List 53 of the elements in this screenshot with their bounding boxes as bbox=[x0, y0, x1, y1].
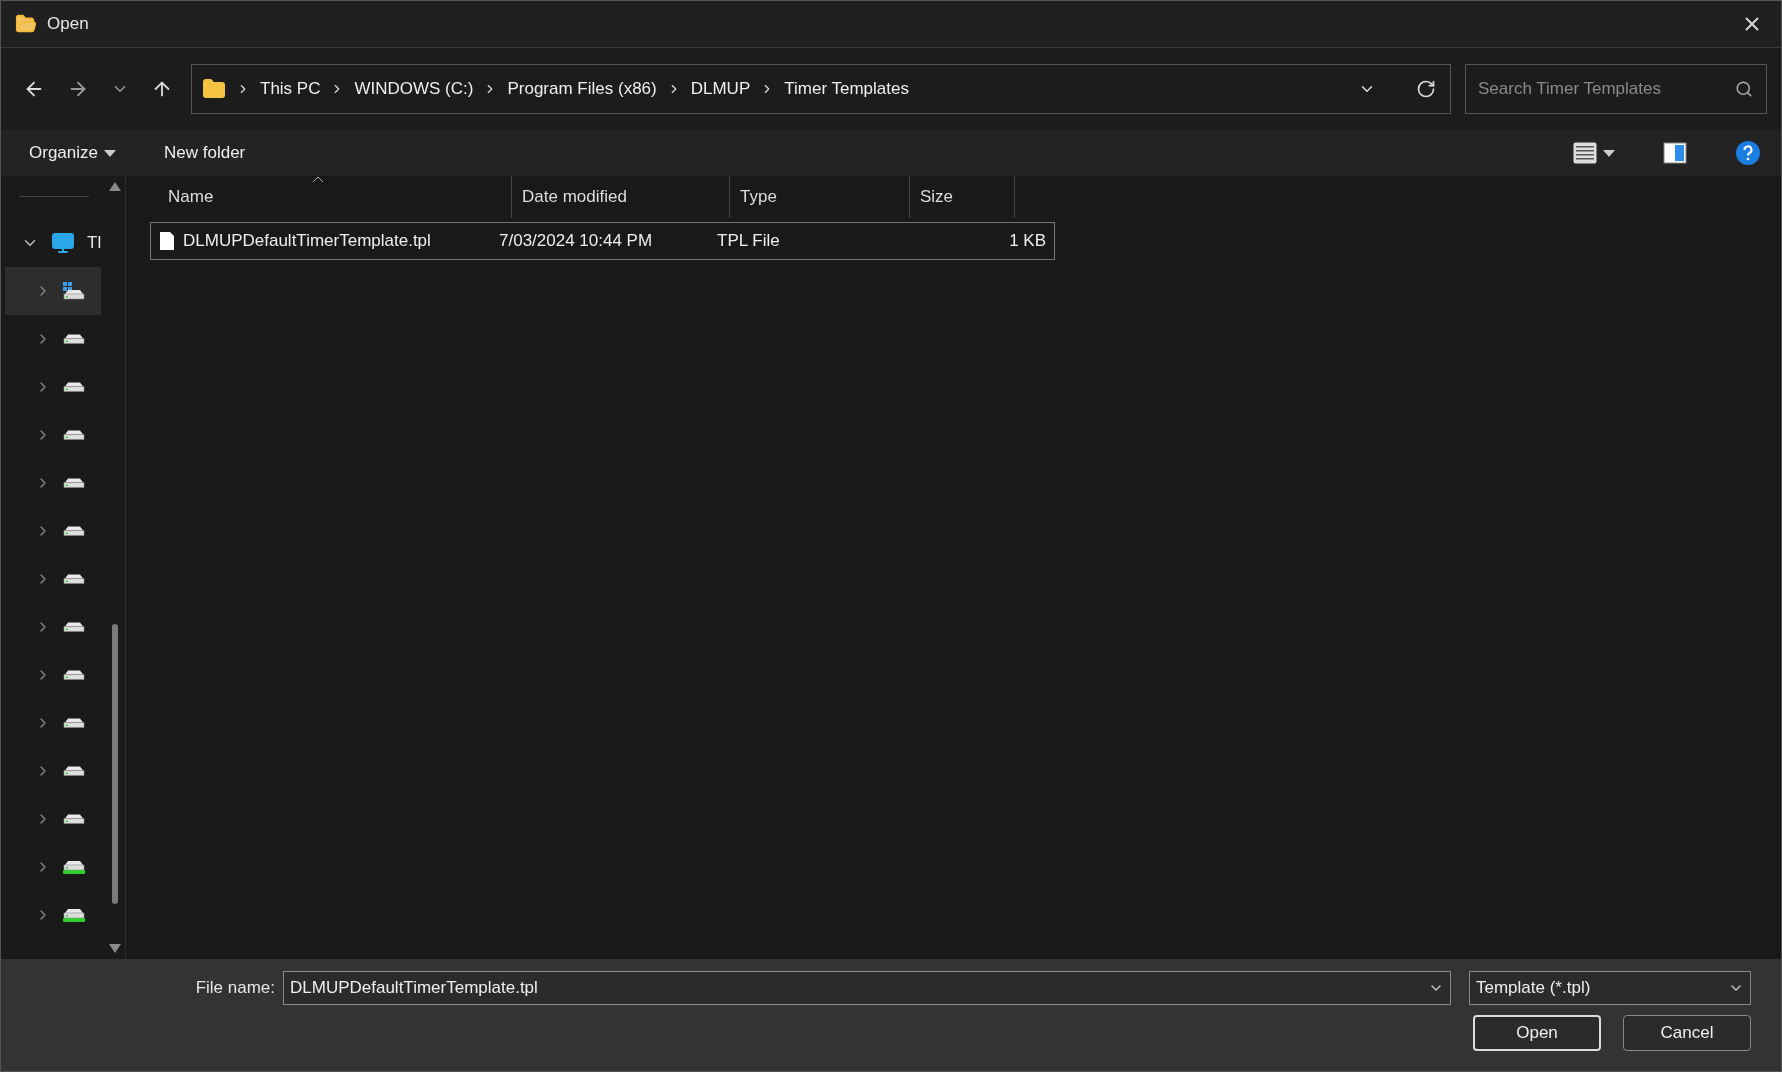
file-name-label: File name: bbox=[195, 978, 275, 998]
file-icon bbox=[159, 231, 175, 251]
drive-icon bbox=[63, 574, 85, 584]
column-header[interactable]: Name bbox=[150, 176, 512, 218]
drive-icon bbox=[63, 766, 85, 776]
drive-icon bbox=[63, 670, 85, 680]
drive-icon bbox=[63, 526, 85, 536]
open-button[interactable]: Open bbox=[1473, 1015, 1601, 1051]
drive-icon bbox=[63, 622, 85, 632]
date-cell-text: 7/03/2024 10:44 PM bbox=[498, 231, 654, 251]
tree-item[interactable]: Tl bbox=[5, 219, 102, 267]
folder-icon bbox=[15, 13, 37, 35]
system-drive-icon bbox=[63, 282, 85, 300]
window-title: Open bbox=[47, 14, 90, 34]
caret-icon bbox=[104, 149, 116, 157]
column-header[interactable]: Date modified bbox=[512, 176, 730, 218]
file-name-cell: DLMUPDefaultTimerTemplate.tpl bbox=[151, 231, 489, 251]
new-folder-button[interactable]: New folder bbox=[154, 139, 256, 167]
breadcrumb-item[interactable]: Timer Templates bbox=[784, 79, 909, 99]
file-name-field[interactable]: DLMUPDefaultTimerTemplate.tpl bbox=[283, 971, 1451, 1005]
size-cell-text: 1 KB bbox=[1008, 231, 1047, 251]
file-row[interactable]: DLMUPDefaultTimerTemplate.tpl 7/03/2024 10:44 PM TPL File 1 KB bbox=[150, 222, 1055, 260]
drive-icon bbox=[63, 814, 85, 824]
breadcrumb-item[interactable]: WINDOWS (C:) bbox=[354, 79, 474, 99]
usb-drive-icon bbox=[63, 860, 85, 874]
caret-icon bbox=[1603, 149, 1615, 157]
usb-drive-icon bbox=[63, 908, 85, 922]
column-header[interactable]: Size bbox=[910, 176, 1015, 218]
column-header[interactable]: Type bbox=[730, 176, 910, 218]
search-icon bbox=[1735, 80, 1753, 98]
sort-icon bbox=[312, 176, 325, 183]
list-view-icon bbox=[1573, 142, 1597, 164]
drive-icon bbox=[63, 430, 85, 440]
tree-label: Tl bbox=[87, 233, 102, 253]
refresh-icon bbox=[1416, 79, 1436, 99]
type-cell-text: TPL File bbox=[716, 231, 781, 251]
drive-icon bbox=[63, 334, 85, 344]
tree-item[interactable] bbox=[5, 267, 102, 315]
computer-icon bbox=[51, 231, 75, 255]
folder-icon bbox=[202, 77, 226, 101]
preview-pane-icon bbox=[1663, 142, 1687, 164]
breadcrumb-item[interactable]: Program Files (x86) bbox=[507, 79, 657, 99]
breadcrumb-item[interactable]: DLMUP bbox=[690, 79, 751, 99]
file-type-dropdown[interactable]: Template (*.tpl) bbox=[1469, 971, 1751, 1005]
help-icon bbox=[1735, 140, 1761, 166]
search-field[interactable]: Search Timer Templates bbox=[1465, 64, 1767, 114]
breadcrumb-item[interactable]: This PC bbox=[260, 79, 321, 99]
cancel-button[interactable]: Cancel bbox=[1623, 1015, 1751, 1051]
organize-button[interactable]: Organize bbox=[19, 139, 126, 167]
address-bar[interactable]: This PC WINDOWS (C:) Program Files (x86) DLMUP Timer Templates bbox=[191, 64, 1451, 114]
drive-icon bbox=[63, 382, 85, 392]
drive-icon bbox=[63, 478, 85, 488]
drive-icon bbox=[63, 718, 85, 728]
